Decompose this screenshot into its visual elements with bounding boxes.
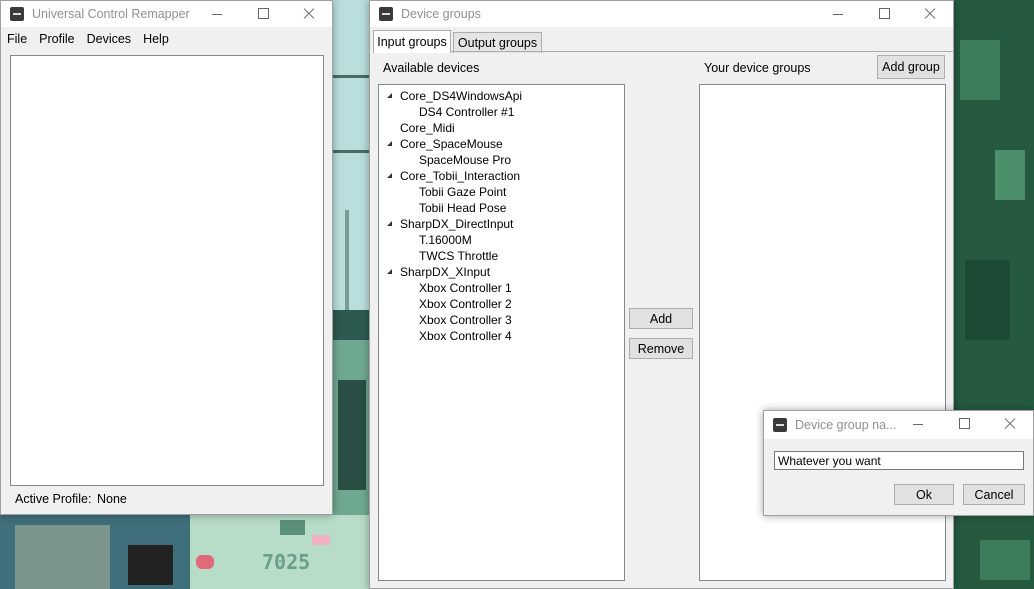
menu-bar: File Profile Devices Help [1,28,332,50]
window-title: Universal Control Remapper [32,7,190,21]
main-window-titlebar[interactable]: Universal Control Remapper [1,1,332,27]
tab-content-border [373,51,953,52]
maximize-icon[interactable] [941,411,987,437]
app-icon [10,7,24,21]
provider-label: SharpDX_XInput [400,265,491,279]
tree-device-node[interactable]: TWCS Throttle [385,248,522,264]
minimize-icon[interactable] [815,1,861,27]
add-group-button[interactable]: Add group [877,55,945,79]
group-name-input[interactable]: Whatever you want [774,451,1024,470]
active-profile-value: None [97,492,127,506]
app-icon [379,7,393,21]
provider-label: Core_Tobii_Interaction [400,169,521,183]
expand-triangle-icon[interactable] [387,93,392,98]
available-devices-tree[interactable]: Core_DS4WindowsApi DS4 Controller #1 Core_… [378,84,625,581]
tree-device-node[interactable]: DS4 Controller #1 [385,104,522,120]
profile-tree[interactable] [10,55,324,486]
close-icon[interactable] [907,1,953,27]
provider-label: Core_Midi [400,121,455,135]
wallpaper-counter: 7025 [262,550,311,574]
tree-provider-node[interactable]: Core_Tobii_Interaction [385,168,522,184]
menu-profile[interactable]: Profile [33,32,80,46]
tree-device-node[interactable]: Xbox Controller 3 [385,312,522,328]
active-profile-label: Active Profile: [15,492,92,506]
expand-triangle-icon[interactable] [387,173,392,178]
maximize-icon[interactable] [861,1,907,27]
device-groups-titlebar[interactable]: Device groups [370,1,953,27]
maximize-icon[interactable] [240,1,286,27]
available-devices-label: Available devices [383,61,480,75]
app-icon [773,418,787,432]
window-title: Device groups [401,7,481,21]
tree-device-node[interactable]: Xbox Controller 2 [385,296,522,312]
tree-provider-node[interactable]: SharpDX_DirectInput [385,216,522,232]
tree-device-node[interactable]: Xbox Controller 4 [385,328,522,344]
expand-triangle-icon[interactable] [387,269,392,274]
tree-provider-node[interactable]: Core_DS4WindowsApi [385,88,522,104]
dialog-titlebar[interactable]: Device group na... [764,411,1033,439]
your-device-groups-label: Your device groups [704,61,811,75]
provider-label: SharpDX_DirectInput [400,217,514,231]
remove-button[interactable]: Remove [629,338,693,359]
tree-device-node[interactable]: SpaceMouse Pro [385,152,522,168]
ok-button[interactable]: Ok [894,484,954,505]
tree-provider-node[interactable]: SharpDX_XInput [385,264,522,280]
cancel-button[interactable]: Cancel [963,484,1025,505]
tree-device-node[interactable]: Tobii Head Pose [385,200,522,216]
menu-devices[interactable]: Devices [81,32,137,46]
close-icon[interactable] [987,411,1033,437]
tree-device-node[interactable]: Xbox Controller 1 [385,280,522,296]
menu-file[interactable]: File [1,32,33,46]
tree-device-node[interactable]: T.16000M [385,232,522,248]
device-tree: Core_DS4WindowsApi DS4 Controller #1 Core_… [385,88,522,344]
tree-provider-node[interactable]: Core_Midi [385,120,522,136]
tree-provider-node[interactable]: Core_SpaceMouse [385,136,522,152]
expand-triangle-icon[interactable] [387,221,392,226]
device-group-name-dialog: Device group na... Whatever you want Ok … [763,410,1034,516]
dialog-title: Device group na... [795,418,897,432]
menu-help[interactable]: Help [137,32,175,46]
tree-device-node[interactable]: Tobii Gaze Point [385,184,522,200]
tab-input-groups[interactable]: Input groups [373,30,451,53]
close-icon[interactable] [286,1,332,27]
provider-label: Core_SpaceMouse [400,137,503,151]
provider-label: Core_DS4WindowsApi [400,89,523,103]
minimize-icon[interactable] [194,1,240,27]
minimize-icon[interactable] [895,411,941,437]
expand-triangle-icon[interactable] [387,141,392,146]
add-button[interactable]: Add [629,308,693,329]
tab-output-groups[interactable]: Output groups [453,32,542,53]
main-window: Universal Control Remapper File Profile … [0,0,333,515]
